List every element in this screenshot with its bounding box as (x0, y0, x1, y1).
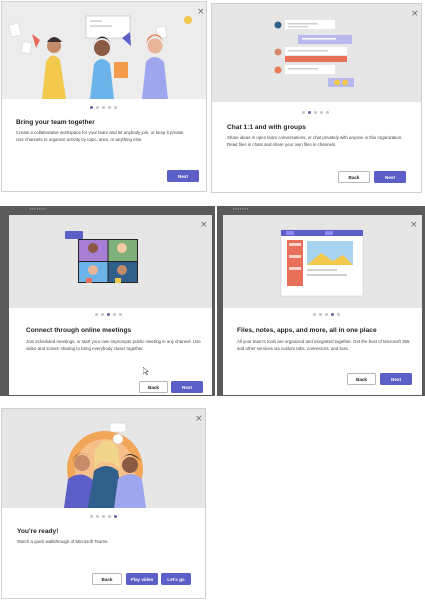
back-button[interactable]: Back (338, 171, 370, 183)
progress-dot-3 (107, 313, 110, 316)
progress-dot-2 (319, 313, 322, 316)
dialog-files: × Files, notes, apps, and more, all in o… (223, 215, 422, 395)
progress-dot-4 (113, 313, 116, 316)
screenshot-welcome-ready: × You're ready! Watch a quick walkthroug… (0, 407, 207, 600)
progress-dot-3 (314, 111, 317, 114)
next-button[interactable]: Next (167, 170, 199, 182)
progress-dot-5 (326, 111, 329, 114)
slide-description: Watch a quick walkthrough of Microsoft T… (17, 539, 109, 544)
next-button[interactable]: Next (171, 381, 203, 393)
progress-dots (90, 515, 117, 518)
progress-dots (313, 313, 340, 316)
progress-dot-2 (96, 515, 99, 518)
back-button[interactable]: Back (347, 373, 376, 385)
slide-description: Share ideas in open team conversations, … (227, 135, 403, 147)
progress-dot-3 (102, 515, 105, 518)
mouse-cursor-icon (143, 367, 149, 375)
close-icon[interactable]: × (411, 10, 419, 19)
illustration-files (223, 215, 422, 308)
illustration-chat (212, 4, 421, 102)
progress-dots (302, 111, 329, 114)
progress-dot-5 (114, 106, 117, 109)
progress-dot-3 (102, 106, 105, 109)
progress-dot-1 (313, 313, 316, 316)
progress-dot-2 (101, 313, 104, 316)
slide-title: Files, notes, apps, and more, all in one… (237, 327, 377, 334)
progress-dot-5 (119, 313, 122, 316)
close-icon[interactable]: × (195, 415, 203, 424)
progress-dot-2 (96, 106, 99, 109)
slide-description: Create a collaborative workspace for you… (16, 130, 185, 142)
chat-illustration-svg (212, 4, 421, 102)
progress-dot-1 (95, 313, 98, 316)
close-icon[interactable]: × (410, 221, 418, 230)
meetings-illustration-svg (9, 215, 212, 308)
illustration-ready (2, 409, 205, 508)
progress-dot-3 (325, 313, 328, 316)
screenshot-welcome-team: × Bring your team together Create a coll… (0, 0, 209, 194)
progress-dot-4 (331, 313, 334, 316)
progress-dot-2 (308, 111, 311, 114)
slide-description: All your team's tools are organized and … (237, 339, 410, 351)
window-caption: ▪ ▪ ▪ ▪ ▪ ▪ ▪ (233, 207, 248, 211)
lets-go-button[interactable]: Let's go (161, 573, 191, 585)
progress-dots (95, 313, 122, 316)
progress-dot-1 (90, 515, 93, 518)
screenshot-welcome-files: ▪ ▪ ▪ ▪ ▪ ▪ ▪ × Files, notes, apps, and … (217, 206, 425, 396)
close-icon[interactable]: × (200, 221, 208, 230)
progress-dot-5 (114, 515, 117, 518)
illustration-team (2, 2, 206, 99)
progress-dot-1 (302, 111, 305, 114)
slide-title: Connect through online meetings (26, 327, 132, 334)
team-illustration-svg (2, 2, 206, 99)
window-caption: ▪ ▪ ▪ ▪ ▪ ▪ ▪ (30, 207, 45, 211)
dialog-team: × Bring your team together Create a coll… (1, 1, 207, 192)
dialog-chat: × Chat 1:1 and with groups Share ideas i… (211, 3, 422, 193)
close-icon[interactable]: × (197, 8, 205, 17)
next-button[interactable]: Next (380, 373, 412, 385)
illustration-meetings (9, 215, 212, 308)
play-video-button[interactable]: Play video (126, 573, 158, 585)
back-button[interactable]: Back (139, 381, 168, 393)
progress-dots (90, 106, 117, 109)
files-illustration-svg (223, 215, 422, 308)
ready-illustration-svg (2, 409, 205, 508)
progress-dot-1 (90, 106, 93, 109)
next-button[interactable]: Next (374, 171, 406, 183)
slide-title: Bring your team together (16, 119, 95, 126)
dialog-meetings: × Connect through online meetings Join s… (9, 215, 212, 395)
progress-dot-4 (320, 111, 323, 114)
slide-title: You're ready! (17, 528, 59, 535)
screenshot-welcome-meetings: ▪ ▪ ▪ ▪ ▪ ▪ ▪ × Connect through online m… (0, 206, 215, 396)
screenshot-welcome-chat: × Chat 1:1 and with groups Share ideas i… (211, 3, 423, 195)
slide-description: Join scheduled meetings, or start your o… (26, 339, 201, 351)
progress-dot-4 (108, 106, 111, 109)
back-button[interactable]: Back (92, 573, 122, 585)
progress-dot-5 (337, 313, 340, 316)
progress-dot-4 (108, 515, 111, 518)
dialog-ready: × You're ready! Watch a quick walkthroug… (1, 408, 206, 599)
slide-title: Chat 1:1 and with groups (227, 124, 306, 131)
